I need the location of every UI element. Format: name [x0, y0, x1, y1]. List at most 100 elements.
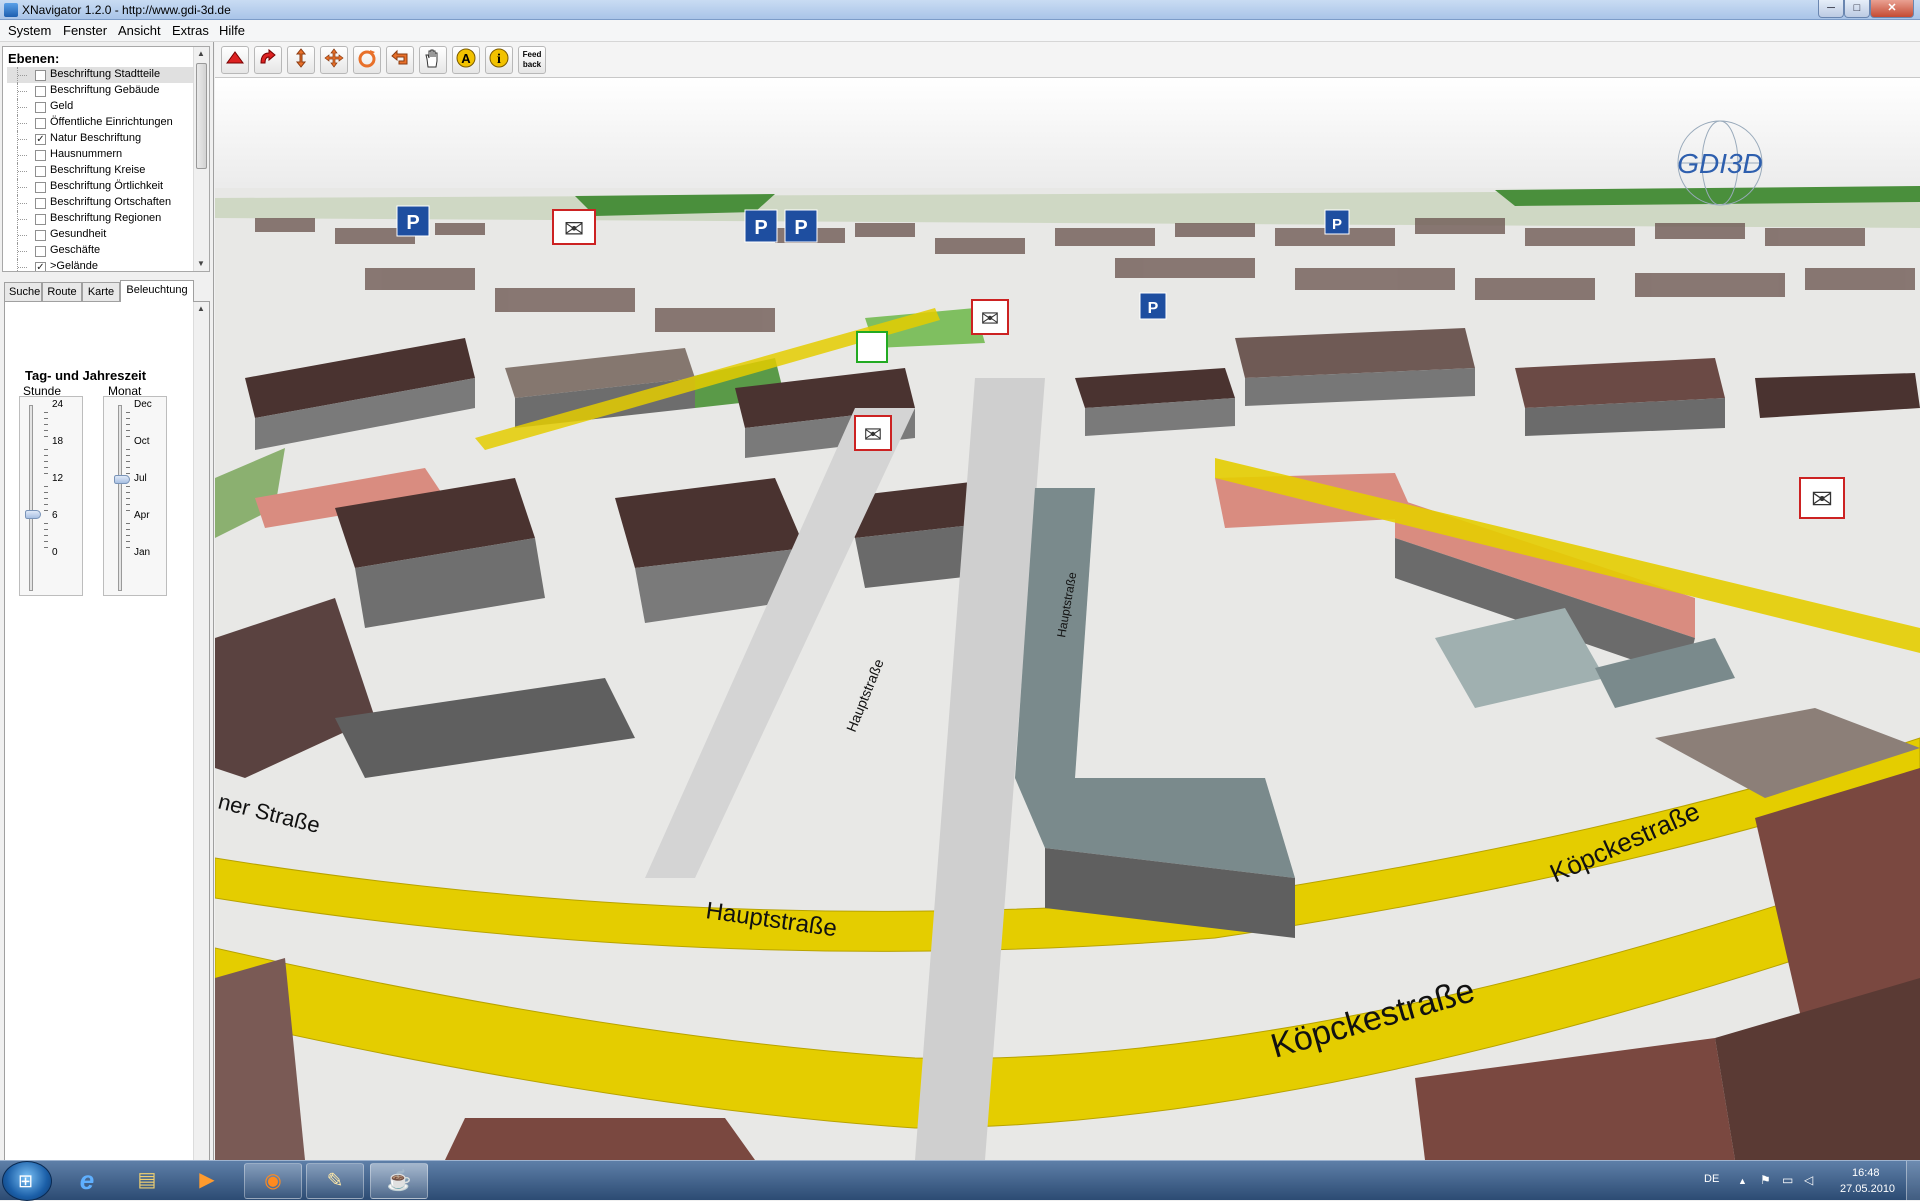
tab-karte[interactable]: Karte	[82, 282, 120, 302]
start-button[interactable]: ⊞	[2, 1161, 52, 1201]
show-hidden-icons-icon[interactable]: ▲	[1738, 1176, 1747, 1186]
layer-item[interactable]: Beschriftung Örtlichkeit	[7, 179, 197, 195]
scroll-up-icon[interactable]: ▲	[197, 49, 205, 58]
slider-tick-label: 24	[52, 399, 64, 410]
layer-item[interactable]: Hausnummern	[7, 147, 197, 163]
move-cross-icon[interactable]	[320, 46, 348, 74]
layer-checkbox[interactable]	[35, 182, 46, 193]
tab-suche[interactable]: Suche	[4, 282, 42, 302]
layer-item[interactable]: Beschriftung Regionen	[7, 211, 197, 227]
action-center-icon[interactable]: ⚑	[1760, 1173, 1771, 1187]
slider-tick-label: Jul	[134, 473, 147, 484]
paint-icon[interactable]: ✎	[306, 1163, 364, 1199]
window-title: XNavigator 1.2.0 - http://www.gdi-3d.de	[22, 3, 231, 17]
layer-checkbox[interactable]	[35, 198, 46, 209]
city-3d-scene[interactable]: P P P P P ✉ ✉ ✉ ✉ GDI3D Hauptstraße Köpc…	[215, 78, 1920, 1160]
layer-checkbox[interactable]: ✓	[35, 262, 46, 271]
tab-route[interactable]: Route	[42, 282, 82, 302]
menu-hilfe[interactable]: Hilfe	[219, 23, 245, 38]
volume-icon[interactable]: ◁	[1804, 1173, 1813, 1187]
menu-extras[interactable]: Extras	[172, 23, 209, 38]
hand-icon[interactable]	[419, 46, 447, 74]
slider-minor-tick	[126, 436, 130, 437]
layers-scroll-thumb[interactable]	[196, 63, 207, 169]
media-player-icon[interactable]: ▶	[178, 1163, 236, 1199]
layer-item[interactable]: Öffentliche Einrichtungen	[7, 115, 197, 131]
clock-date[interactable]: 27.05.2010	[1840, 1183, 1895, 1195]
month-slider-track[interactable]	[118, 405, 122, 591]
network-icon[interactable]: ▭	[1782, 1173, 1793, 1187]
lighting-scrollbar[interactable]: ▲ ▼	[193, 302, 209, 1195]
slider-tick-label: 0	[52, 547, 58, 558]
layer-label: Geschäfte	[50, 244, 101, 256]
layer-checkbox[interactable]	[35, 150, 46, 161]
slider-minor-tick	[44, 492, 48, 493]
layer-item[interactable]: Beschriftung Ortschaften	[7, 195, 197, 211]
layer-item[interactable]: Beschriftung Kreise	[7, 163, 197, 179]
java-icon[interactable]: ☕	[370, 1163, 428, 1199]
layer-checkbox[interactable]	[35, 70, 46, 81]
internet-explorer-icon[interactable]: e	[58, 1163, 116, 1199]
menu-fenster[interactable]: Fenster	[63, 23, 107, 38]
taskbar: ⊞ e ▤ ▶ ◉ ✎ ☕ DE ▲ ⚑ ▭ ◁ 16:48 27.05.201…	[0, 1160, 1920, 1201]
hour-slider-thumb[interactable]	[25, 509, 41, 519]
map-viewport[interactable]: A i Feed back P P P P P ✉ ✉ ✉ ✉ GDI3D Ha…	[215, 42, 1920, 1160]
layer-item[interactable]: Geschäfte	[7, 243, 197, 259]
layer-item[interactable]: ✓ Natur Beschriftung	[7, 131, 197, 147]
layer-checkbox[interactable]	[35, 102, 46, 113]
layer-label: >Gelände	[50, 260, 99, 272]
layer-checkbox[interactable]	[35, 86, 46, 97]
month-slider-box: Dec Oct Jul Apr Jan	[103, 396, 167, 596]
layer-checkbox[interactable]	[35, 118, 46, 129]
layer-checkbox[interactable]	[35, 230, 46, 241]
file-explorer-icon[interactable]: ▤	[118, 1163, 176, 1199]
slider-minor-tick	[126, 529, 130, 530]
slider-minor-tick	[44, 535, 48, 536]
scroll-down-icon[interactable]: ▼	[197, 259, 205, 268]
layer-label: Gesundheit	[50, 228, 107, 240]
parking-icon: P	[396, 205, 430, 237]
layer-item[interactable]: Gesundheit	[7, 227, 197, 243]
layer-item[interactable]: Beschriftung Gebäude	[7, 83, 197, 99]
mail-icon: ✉	[854, 415, 892, 451]
slider-minor-tick	[44, 461, 48, 462]
orbit-icon[interactable]	[353, 46, 381, 74]
layer-checkbox[interactable]	[35, 166, 46, 177]
feedback-icon[interactable]: Feed back	[518, 46, 546, 74]
layer-item[interactable]: Geld	[7, 99, 197, 115]
month-slider-thumb[interactable]	[114, 475, 130, 484]
clock-time[interactable]: 16:48	[1852, 1167, 1880, 1179]
slider-minor-tick	[44, 418, 48, 419]
hour-slider-track[interactable]	[29, 405, 33, 591]
minimize-button[interactable]: ─	[1818, 0, 1844, 18]
svg-text:P: P	[754, 217, 767, 239]
slider-minor-tick	[126, 498, 130, 499]
show-desktop-button[interactable]	[1906, 1161, 1920, 1201]
layer-checkbox[interactable]: ✓	[35, 134, 46, 145]
layer-item[interactable]: ✓ >Gelände	[7, 259, 197, 272]
tab-beleuchtung[interactable]: Beleuchtung	[120, 280, 194, 302]
svg-text:P: P	[1332, 216, 1342, 233]
slider-minor-tick	[44, 523, 48, 524]
back-arrow-icon[interactable]	[386, 46, 414, 74]
slider-minor-tick	[44, 424, 48, 425]
close-button[interactable]: ✕	[1870, 0, 1914, 18]
layer-item[interactable]: Beschriftung Stadtteile	[7, 67, 197, 83]
text-label-icon[interactable]: A	[452, 46, 480, 74]
scroll-up-icon[interactable]: ▲	[197, 304, 205, 313]
firefox-icon[interactable]: ◉	[244, 1163, 302, 1199]
move-orange-icon[interactable]	[287, 46, 315, 74]
menu-system[interactable]: System	[8, 23, 51, 38]
info-icon[interactable]: i	[485, 46, 513, 74]
layers-scrollbar[interactable]: ▲ ▼	[193, 47, 209, 271]
layer-checkbox[interactable]	[35, 246, 46, 257]
maximize-button[interactable]: □	[1844, 0, 1870, 18]
slider-minor-tick	[44, 473, 48, 474]
mail-icon: ✉	[1799, 477, 1845, 519]
language-indicator[interactable]: DE	[1704, 1173, 1719, 1185]
menu-ansicht[interactable]: Ansicht	[118, 23, 161, 38]
layer-checkbox[interactable]	[35, 214, 46, 225]
pan-red-icon[interactable]	[221, 46, 249, 74]
start-glyph: ⊞	[18, 1171, 34, 1191]
rotate-red-icon[interactable]	[254, 46, 282, 74]
